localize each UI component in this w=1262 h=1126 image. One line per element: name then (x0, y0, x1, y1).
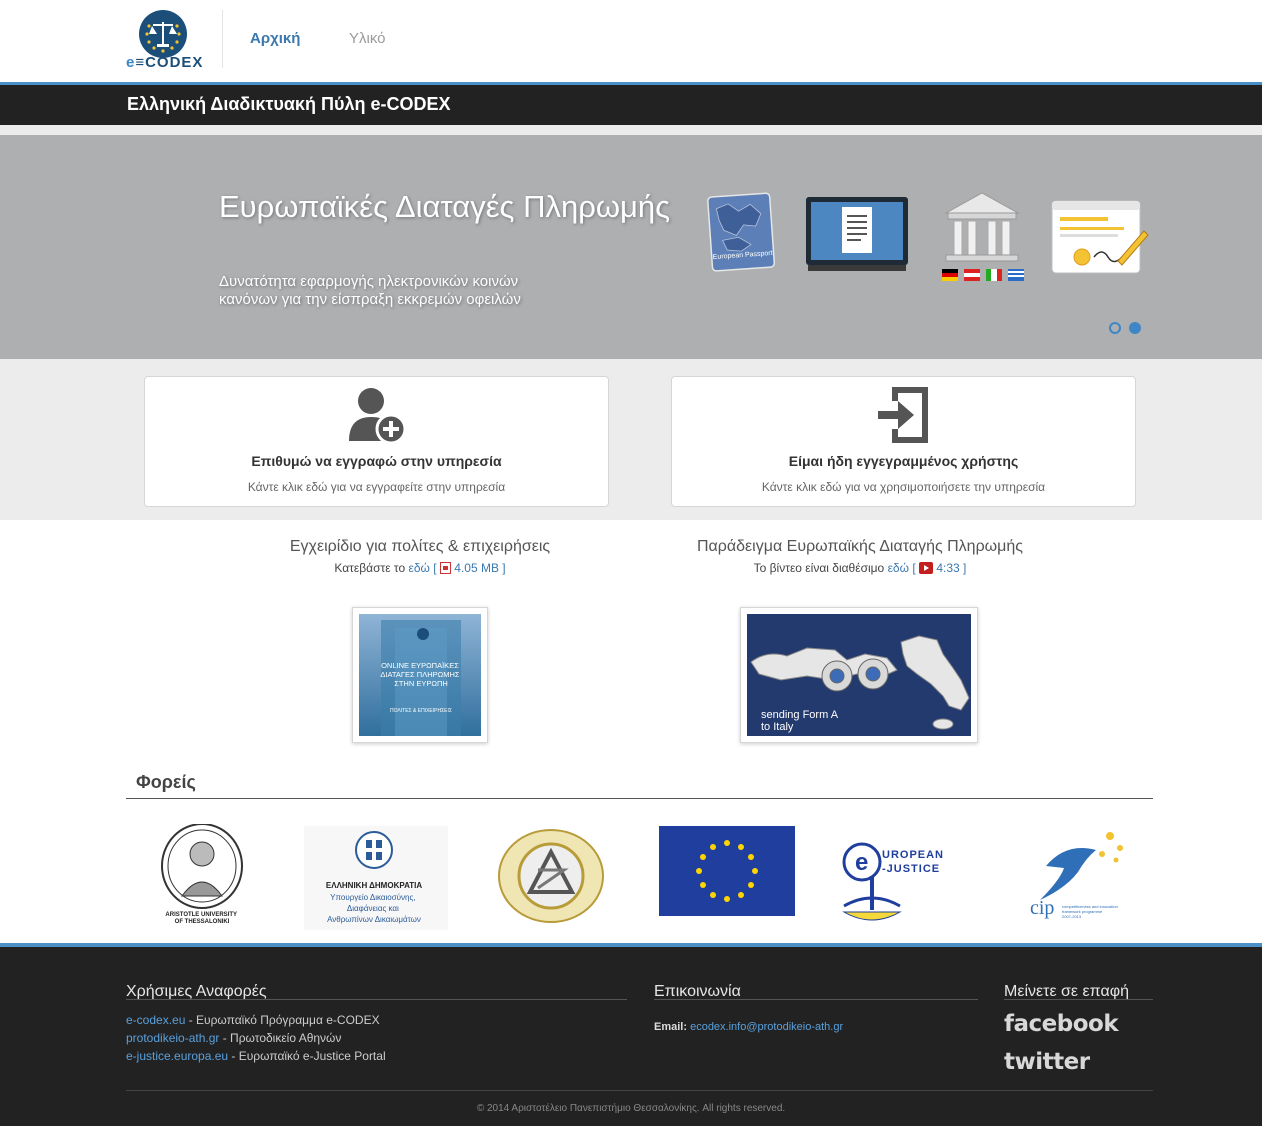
manual-cover-image: ONLINE ΕΥΡΩΠΑΪΚΕΣ ΔΙΑΤΑΓΕΣ ΠΛΗΡΩΜΗΣ ΣΤΗΝ… (359, 614, 481, 736)
bar-association-emblem[interactable] (494, 826, 608, 926)
european-justice-logo[interactable]: e UROPEAN -JUSTICE (836, 832, 970, 930)
footer-link-protodikeio[interactable]: protodikeio-ath.gr (126, 1031, 219, 1045)
register-title: Επιθυμώ να εγγραφώ στην υπηρεσία (251, 453, 502, 469)
video-line: Το βίντεο είναι διαθέσιμο εδώ [ 4:33 ] (660, 561, 1060, 575)
slider-dot-2[interactable] (1129, 322, 1141, 334)
slider-dots (1109, 321, 1149, 339)
footer-bottom-rule (126, 1090, 1153, 1091)
courthouse-icon (942, 192, 1024, 281)
footer-accent-line (0, 943, 1262, 947)
manual-thumbnail[interactable]: ONLINE ΕΥΡΩΠΑΪΚΕΣ ΔΙΑΤΑΓΕΣ ΠΛΗΡΩΜΗΣ ΣΤΗΝ… (352, 607, 488, 743)
svg-text:sending Form A to Ital: sending Form A to Italy (761, 709, 841, 733)
login-subtitle: Κάντε κλικ εδώ για να χρησιμοποιήσετε τη… (761, 480, 1046, 494)
email-link[interactable]: ecodex.info@protodikeio-ath.gr (690, 1021, 843, 1033)
copyright: © 2014 Αριστοτέλειο Πανεπιστήμιο Θεσσαλο… (476, 1103, 786, 1114)
footer-links-list: e-codex.eu - Ευρωπαϊκό Πρόγραμμα e-CODEX… (126, 1011, 386, 1065)
manual-size-bracket: [ 4.05 MB ] (433, 561, 506, 575)
manual-resource: Εγχειρίδιο για πολίτες & επιχειρήσεις Κα… (250, 538, 590, 575)
svg-text:ARISTOTLE UNIVERSITY OF TH: ARISTOTLE UNIVERSITY OF THESSALONIKI (165, 912, 238, 924)
auth-logo[interactable]: ARISTOTLE UNIVERSITY OF THESSALONIKI (156, 824, 250, 924)
header-divider (222, 10, 223, 68)
video-link[interactable]: εδώ (888, 561, 909, 575)
nav-home[interactable]: Αρχική (250, 30, 300, 47)
manual-size: 4.05 MB (454, 561, 499, 575)
footer-link-desc: - Πρωτοδικείο Αθηνών (219, 1031, 342, 1045)
ecodex-logo[interactable]: e≡CODEX (122, 8, 208, 72)
signed-document-icon (1051, 200, 1149, 274)
monitor-icon (806, 197, 908, 271)
register-card[interactable]: Επιθυμώ να εγγραφώ στην υπηρεσία Κάντε κ… (144, 376, 609, 507)
greek-ministry-logo[interactable]: ΕΛΛΗΝΙΚΗ ΔΗΜΟΚΡΑΤΙΑ Υπουργείο Δικαιοσύνη… (304, 826, 448, 930)
passport-icon: European Passport (707, 192, 776, 272)
video-duration-bracket: [ 4:33 ] (912, 561, 967, 575)
partners-divider (126, 798, 1153, 799)
register-subtitle: Κάντε κλικ εδώ για να εγγραφείτε στην υπ… (247, 480, 506, 494)
svg-text:cip: cip (1030, 897, 1054, 919)
video-resource: Παράδειγμα Ευρωπαϊκής Διαταγής Πληρωμής … (660, 538, 1060, 575)
video-prefix: Το βίντεο είναι διαθέσιμο (753, 561, 885, 575)
login-title: Είμαι ήδη εγγεγραμμένος χρήστης (788, 453, 1019, 469)
twitter-link[interactable]: twitter (1004, 1049, 1090, 1075)
footer-contact: Email: ecodex.info@protodikeio-ath.gr (654, 1021, 843, 1033)
svg-text:e: e (855, 849, 868, 876)
footer-link-desc: - Ευρωπαϊκό e-Justice Portal (228, 1049, 386, 1063)
footer-link-item: e-justice.europa.eu - Ευρωπαϊκό e-Justic… (126, 1047, 386, 1065)
facebook-link[interactable]: facebook (1004, 1011, 1119, 1037)
eu-flag[interactable] (659, 826, 795, 916)
gr-ministry-title: ΕΛΛΗΝΙΚΗ ΔΗΜΟΚΡΑΤΙΑ (326, 881, 422, 890)
footer: Χρήσιμες Αναφορές e-codex.eu - Ευρωπαϊκό… (0, 943, 1262, 1126)
video-map-image: sending Form A to Italy (750, 635, 970, 733)
svg-text:competitiveness and innovation: competitiveness and innovation framework… (1062, 904, 1119, 919)
footer-link-ecodex[interactable]: e-codex.eu (126, 1013, 185, 1027)
hero-slide[interactable]: Ευρωπαϊκές Διαταγές Πληρωμής Δυνατότητα … (0, 135, 1262, 359)
footer-link-desc: - Ευρωπαϊκό Πρόγραμμα e-CODEX (185, 1013, 380, 1027)
footer-useful-rule (126, 999, 627, 1000)
manual-prefix: Κατεβάστε το (334, 561, 406, 575)
hero-title: Ευρωπαϊκές Διαταγές Πληρωμής (219, 189, 671, 224)
footer-contact-rule (654, 999, 978, 1000)
nav-material[interactable]: Υλικό (349, 30, 386, 47)
manual-download-link[interactable]: εδώ (409, 561, 430, 575)
partners-title: Φορείς (136, 772, 196, 792)
footer-link-ejustice[interactable]: e-justice.europa.eu (126, 1049, 228, 1063)
scales-icon (139, 10, 187, 58)
hero-illustration: European Passport (707, 192, 1149, 281)
top-header: e≡CODEX Αρχική Υλικό (0, 0, 1262, 82)
footer-link-item: e-codex.eu - Ευρωπαϊκό Πρόγραμμα e-CODEX (126, 1011, 386, 1029)
email-label: Email: (654, 1021, 688, 1033)
video-duration: 4:33 (936, 561, 960, 575)
services-section: Επιθυμώ να εγγραφώ στην υπηρεσία Κάντε κ… (0, 359, 1262, 520)
sign-in-icon (878, 387, 928, 443)
youtube-play-icon (919, 562, 933, 574)
footer-link-item: protodikeio-ath.gr - Πρωτοδικείο Αθηνών (126, 1029, 386, 1047)
site-title-bar: Ελληνική Διαδικτυακή Πύλη e-CODEX (0, 85, 1262, 125)
cip-logo[interactable]: cip competitiveness and innovation frame… (1026, 828, 1138, 920)
hero-description: Δυνατότητα εφαρμογής ηλεκτρονικών κοινών… (219, 273, 521, 308)
add-user-icon (349, 388, 407, 445)
slider-dot-1[interactable] (1109, 322, 1121, 334)
login-card[interactable]: Είμαι ήδη εγγεγραμμένος χρήστης Κάντε κλ… (671, 376, 1136, 507)
site-title: Ελληνική Διαδικτυακή Πύλη e-CODEX (127, 94, 451, 114)
logo-text: e≡CODEX (126, 54, 204, 71)
manual-title: Εγχειρίδιο για πολίτες & επιχειρήσεις (289, 538, 551, 555)
footer-social-rule (1004, 999, 1153, 1000)
video-thumbnail[interactable]: sending Form A to Italy (740, 607, 978, 743)
svg-text:UROPEAN: UROPEAN (882, 849, 944, 861)
pdf-icon (439, 562, 451, 574)
hero-section: Ευρωπαϊκές Διαταγές Πληρωμής Δυνατότητα … (0, 125, 1262, 359)
svg-text:-JUSTICE: -JUSTICE (882, 863, 940, 875)
manual-download-line: Κατεβάστε το εδώ [ 4.05 MB ] (250, 561, 590, 575)
manual-cover-subtext: ΠΟΛΙΤΕΣ & ΕΠΙΧΕΙΡΗΣΕΙΣ (390, 708, 452, 714)
video-title: Παράδειγμα Ευρωπαϊκής Διαταγής Πληρωμής (696, 538, 1023, 555)
